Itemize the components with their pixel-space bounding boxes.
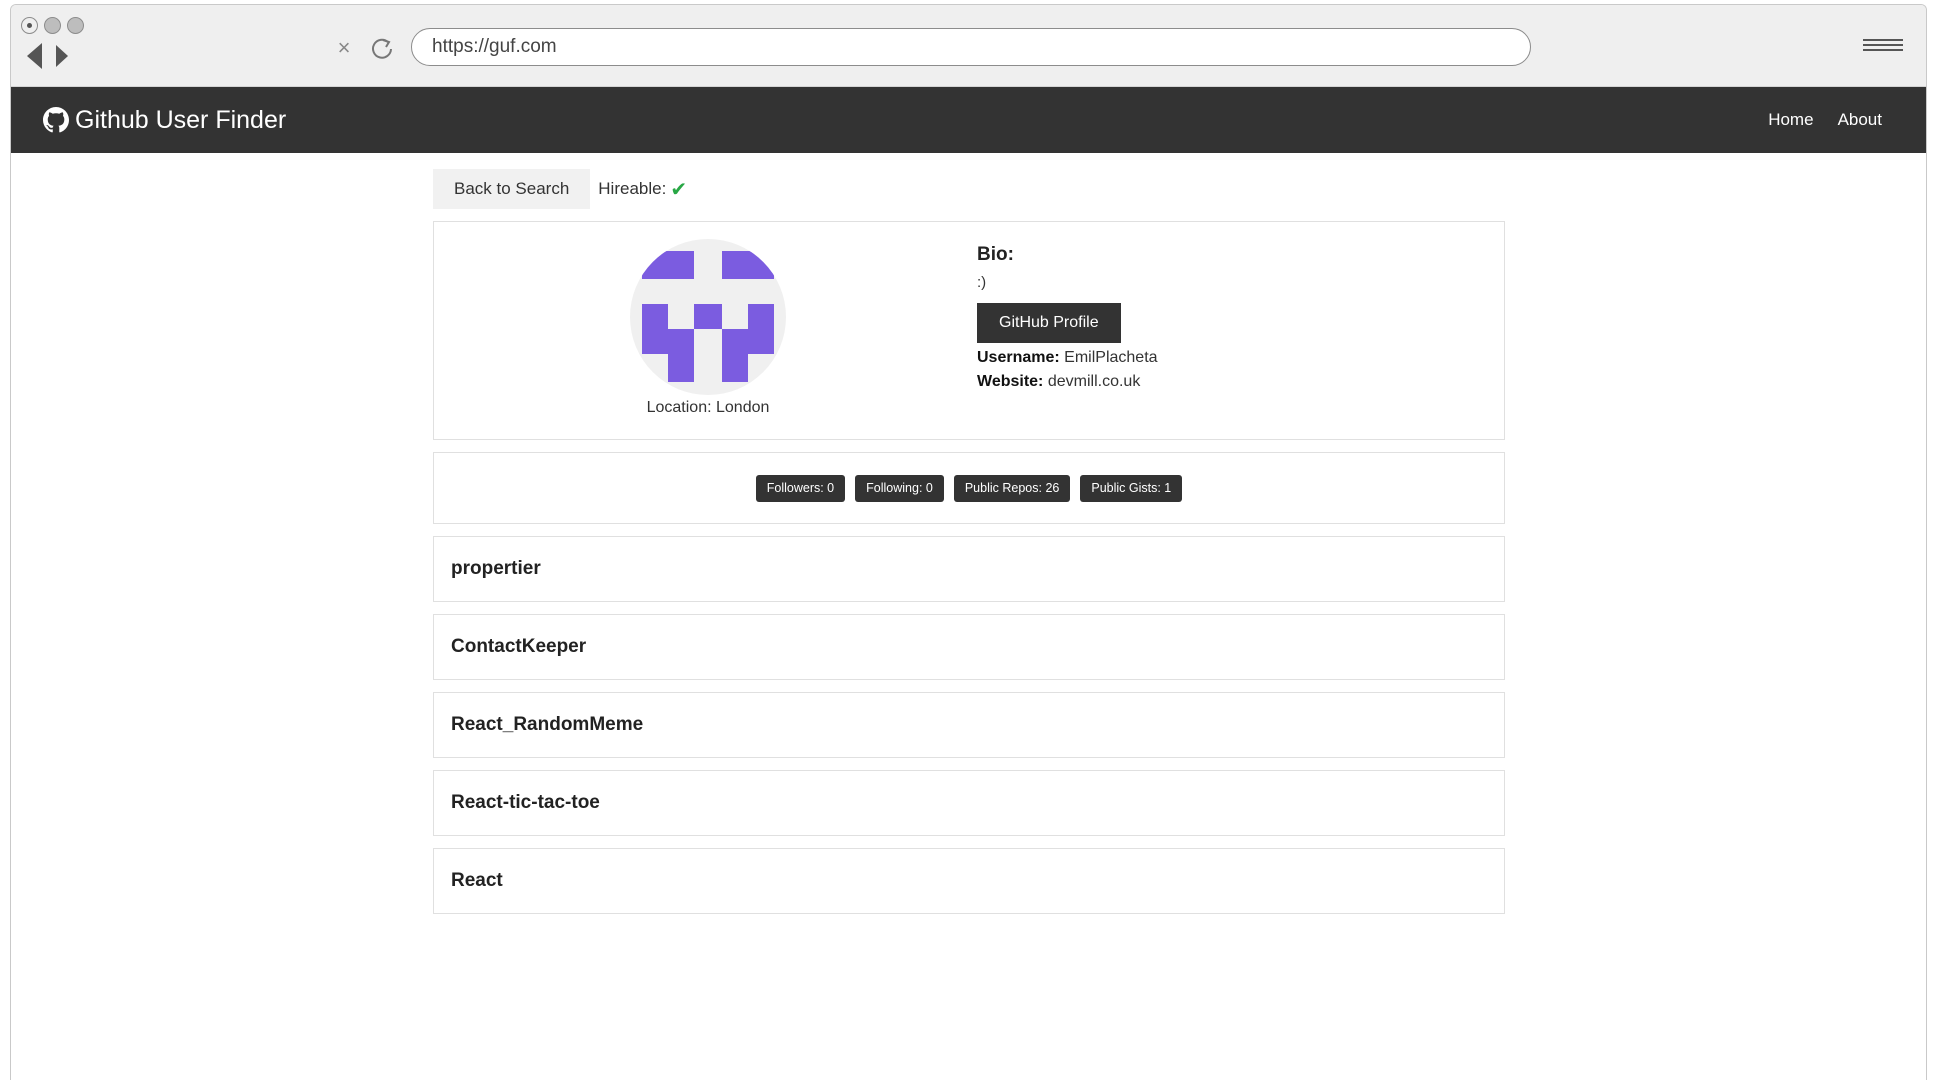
identicon-image (642, 251, 774, 382)
main-content: Back to Search Hireable: ✔ Location: Lon… (433, 169, 1505, 914)
browser-chrome: × https://guf.com (11, 5, 1926, 87)
repo-item[interactable]: React-tic-tac-toe (433, 770, 1505, 836)
history-controls (27, 43, 68, 69)
hireable-label: Hireable: (598, 179, 667, 198)
repo-name[interactable]: propertier (451, 558, 541, 580)
address-bar[interactable]: https://guf.com (411, 28, 1531, 66)
repo-name[interactable]: React_RandomMeme (451, 714, 643, 736)
github-profile-button[interactable]: GitHub Profile (977, 303, 1121, 343)
repo-item[interactable]: React (433, 848, 1505, 914)
hamburger-menu-icon[interactable] (1863, 39, 1903, 55)
back-arrow-icon[interactable] (27, 43, 42, 69)
app-navbar: Github User Finder Home About (11, 87, 1926, 153)
check-icon: ✔ (670, 178, 688, 201)
avatar (630, 239, 786, 395)
nav-links: Home About (1768, 87, 1882, 153)
website-value: devmill.co.uk (1047, 373, 1141, 390)
profile-card: Location: London Bio: :) GitHub Profile … (433, 221, 1505, 440)
avatar-column: Location: London (630, 239, 786, 417)
reload-icon[interactable] (368, 35, 396, 63)
bio-text: :) (977, 274, 987, 291)
nav-link-home[interactable]: Home (1768, 110, 1813, 130)
website-label: Website: (977, 373, 1044, 390)
minimize-window-button[interactable] (44, 17, 61, 34)
window-controls (21, 17, 84, 34)
hireable-status: Hireable: ✔ (598, 177, 687, 202)
repo-name[interactable]: ContactKeeper (451, 636, 586, 658)
brand-title: Github User Finder (75, 105, 287, 134)
followers-badge: Followers: 0 (755, 474, 846, 502)
url-text: https://guf.com (432, 36, 557, 57)
username-row: Username: EmilPlacheta (977, 349, 1158, 367)
browser-window: × https://guf.com Github User Finder Hom… (10, 4, 1927, 1080)
forward-arrow-icon[interactable] (56, 45, 68, 67)
username-label: Username: (977, 349, 1060, 366)
repo-name[interactable]: React-tic-tac-toe (451, 792, 600, 814)
location-text: Location: London (646, 399, 770, 416)
repo-name[interactable]: React (451, 870, 503, 892)
stats-card: Followers: 0 Following: 0 Public Repos: … (433, 452, 1505, 524)
maximize-window-button[interactable] (67, 17, 84, 34)
stop-loading-icon[interactable]: × (333, 37, 355, 59)
github-icon (43, 107, 69, 133)
public-repos-badge: Public Repos: 26 (953, 474, 1071, 502)
public-gists-badge: Public Gists: 1 (1080, 474, 1183, 502)
brand[interactable]: Github User Finder (43, 87, 286, 153)
bio-label: Bio: (977, 244, 1014, 265)
close-window-button[interactable] (21, 17, 38, 34)
following-badge: Following: 0 (855, 474, 944, 502)
nav-link-about[interactable]: About (1838, 110, 1882, 130)
website-row: Website: devmill.co.uk (977, 373, 1158, 391)
back-to-search-button[interactable]: Back to Search (433, 169, 591, 209)
repo-item[interactable]: ContactKeeper (433, 614, 1505, 680)
profile-info: Bio: :) GitHub Profile Username: EmilPla… (977, 244, 1158, 391)
repo-item[interactable]: React_RandomMeme (433, 692, 1505, 758)
username-value: EmilPlacheta (1064, 349, 1158, 366)
top-actions: Back to Search Hireable: ✔ (433, 169, 1505, 209)
repo-item[interactable]: propertier (433, 536, 1505, 602)
